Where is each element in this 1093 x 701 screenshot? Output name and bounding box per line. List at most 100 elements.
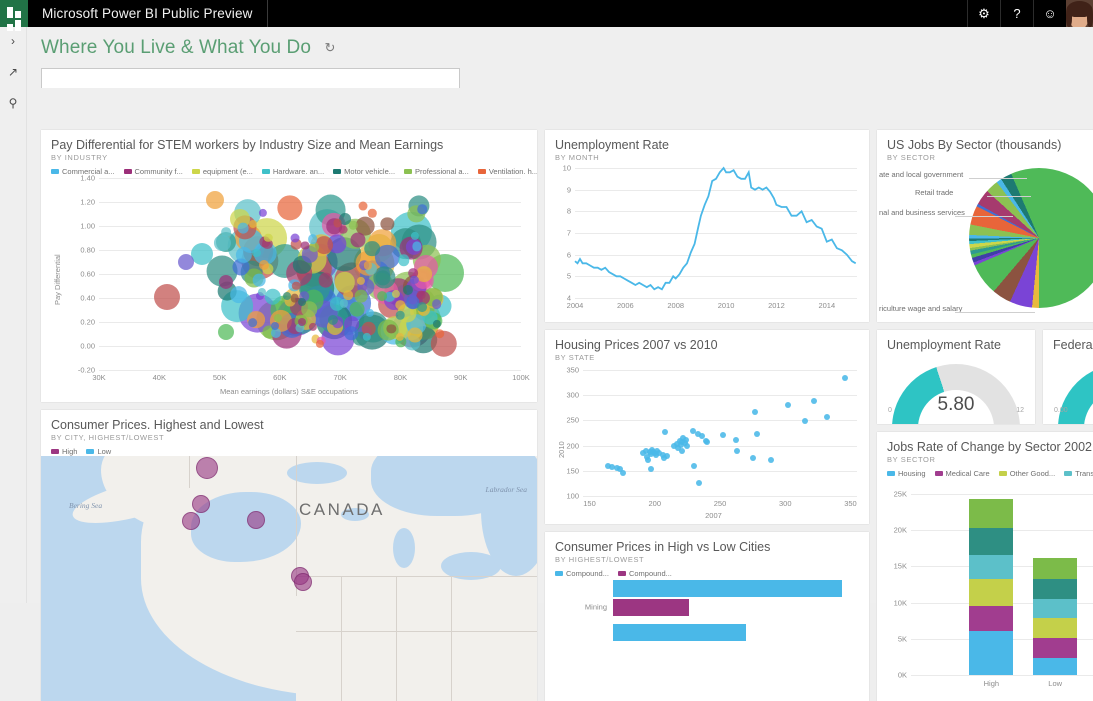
legend-item[interactable]: Professional a...: [404, 167, 469, 176]
powerbi-logo-icon[interactable]: [0, 0, 28, 27]
tile-unemployment-line[interactable]: Unemployment Rate BY MONTH 1098765420042…: [545, 130, 869, 322]
scatter-point[interactable]: [691, 463, 697, 469]
stacked-bar[interactable]: Low: [1033, 494, 1077, 675]
stacked-bar-segment[interactable]: [969, 528, 1013, 555]
tile-unemployment-gauge[interactable]: Unemployment Rate 5.80 0 12: [877, 330, 1035, 424]
scatter-bubble[interactable]: [339, 225, 348, 234]
scatter-bubble[interactable]: [230, 286, 248, 304]
map-marker[interactable]: [196, 457, 218, 479]
scatter-bubble[interactable]: [298, 318, 306, 326]
scatter-bubble[interactable]: [417, 291, 426, 300]
scatter-point[interactable]: [824, 414, 830, 420]
legend-item[interactable]: High: [51, 447, 77, 456]
smiley-icon[interactable]: ☺: [1033, 0, 1066, 27]
scatter-bubble[interactable]: [349, 221, 358, 230]
scatter-bubble[interactable]: [191, 243, 213, 265]
scatter-bubble[interactable]: [308, 235, 318, 245]
legend-item[interactable]: Hardware. an...: [262, 167, 324, 176]
scatter-point[interactable]: [648, 466, 654, 472]
scatter-bubble[interactable]: [300, 241, 309, 250]
legend-item[interactable]: Low: [86, 447, 111, 456]
legend-item[interactable]: Other Good...: [999, 469, 1055, 478]
scatter-bubble[interactable]: [249, 220, 257, 228]
stacked-bar-segment[interactable]: [1033, 579, 1077, 599]
scatter-bubble[interactable]: [435, 329, 445, 339]
bar[interactable]: [613, 580, 842, 597]
scatter-bubble[interactable]: [368, 209, 376, 217]
chevron-right-icon[interactable]: ›: [4, 32, 22, 50]
scatter-bubble[interactable]: [355, 290, 368, 303]
search-input[interactable]: [42, 70, 459, 88]
scatter-bubble[interactable]: [221, 228, 231, 238]
map-marker[interactable]: [294, 573, 312, 591]
scatter-bubble[interactable]: [253, 274, 266, 287]
scatter-bubble[interactable]: [206, 191, 224, 209]
scatter-bubble[interactable]: [258, 288, 266, 296]
tile-housing-prices[interactable]: Housing Prices 2007 vs 2010 BY STATE 350…: [545, 330, 869, 524]
scatter-point[interactable]: [811, 398, 817, 404]
question-mark-icon[interactable]: ?: [1000, 0, 1033, 27]
stacked-bar-segment[interactable]: [1033, 558, 1077, 579]
scatter-point[interactable]: [734, 448, 740, 454]
scatter-bubble[interactable]: [350, 232, 365, 247]
scatter-point[interactable]: [802, 418, 808, 424]
scatter-bubble[interactable]: [416, 267, 432, 283]
scatter-bubble[interactable]: [396, 311, 405, 320]
scatter-bubble[interactable]: [218, 324, 234, 340]
tile-federal-funds-gauge[interactable]: Federal Fu 0.00: [1043, 330, 1093, 424]
legend-item[interactable]: Community f...: [124, 167, 183, 176]
scatter-bubble[interactable]: [258, 209, 266, 217]
tile-consumer-prices-map[interactable]: Consumer Prices. Highest and Lowest BY C…: [41, 410, 537, 701]
stacked-bar-segment[interactable]: [1033, 638, 1077, 658]
pie-chart[interactable]: [969, 168, 1093, 308]
scatter-bubble[interactable]: [417, 204, 427, 214]
tile-us-jobs-pie[interactable]: US Jobs By Sector (thousands) BY SECTOR …: [877, 130, 1093, 322]
scatter-bubble[interactable]: [298, 298, 306, 306]
scatter-bubble[interactable]: [274, 314, 282, 322]
scatter-point[interactable]: [645, 457, 651, 463]
scatter-bubble[interactable]: [433, 320, 441, 328]
stacked-bar-segment[interactable]: [1033, 618, 1077, 638]
legend-item[interactable]: Housing: [887, 469, 926, 478]
refresh-icon[interactable]: ↻: [325, 40, 336, 56]
scatter-point[interactable]: [696, 480, 702, 486]
scatter-bubble[interactable]: [264, 288, 281, 305]
scatter-bubble[interactable]: [154, 284, 180, 310]
scatter-point[interactable]: [785, 402, 791, 408]
map-marker[interactable]: [182, 512, 200, 530]
scatter-bubble[interactable]: [432, 299, 442, 309]
scatter-bubble[interactable]: [350, 301, 365, 316]
stacked-bar-segment[interactable]: [1033, 599, 1077, 618]
stacked-bar-segment[interactable]: [969, 606, 1013, 632]
scatter-bubble[interactable]: [277, 195, 302, 220]
magnifier-icon[interactable]: ⚲: [4, 94, 22, 112]
scatter-bubble[interactable]: [358, 202, 367, 211]
scatter-bubble[interactable]: [318, 273, 333, 288]
scatter-bubble[interactable]: [418, 302, 428, 312]
avatar[interactable]: [1066, 0, 1093, 27]
scatter-bubble[interactable]: [398, 255, 410, 267]
scatter-bubble[interactable]: [365, 241, 381, 257]
scatter-bubble[interactable]: [248, 318, 258, 328]
legend-item[interactable]: Compound...: [618, 569, 672, 578]
map-marker[interactable]: [192, 495, 210, 513]
search-input-wrapper[interactable]: [41, 68, 460, 88]
stacked-bar-segment[interactable]: [969, 631, 1013, 675]
stacked-bar-segment[interactable]: [1033, 658, 1077, 675]
stacked-bar-segment[interactable]: [969, 555, 1013, 579]
legend-item[interactable]: Medical Care: [935, 469, 990, 478]
arrow-up-right-icon[interactable]: ↗: [4, 63, 22, 81]
scatter-bubble[interactable]: [271, 322, 279, 330]
tile-consumer-prices-bars[interactable]: Jobs Rate of Change by Sector 2002 - 201…: [877, 432, 1093, 701]
scatter-bubble[interactable]: [178, 254, 194, 270]
tile-pay-differential[interactable]: Pay Differential for STEM workers by Ind…: [41, 130, 537, 402]
map-area[interactable]: Bering Sea CANADA Labrador Sea: [41, 456, 537, 701]
scatter-point[interactable]: [684, 443, 690, 449]
scatter-bubble[interactable]: [408, 328, 423, 343]
scatter-bubble[interactable]: [378, 291, 388, 301]
stacked-bar-segment[interactable]: [969, 579, 1013, 605]
gear-icon[interactable]: ⚙: [967, 0, 1000, 27]
scatter-point[interactable]: [768, 457, 774, 463]
scatter-bubble[interactable]: [259, 260, 269, 270]
bar[interactable]: [613, 624, 746, 641]
